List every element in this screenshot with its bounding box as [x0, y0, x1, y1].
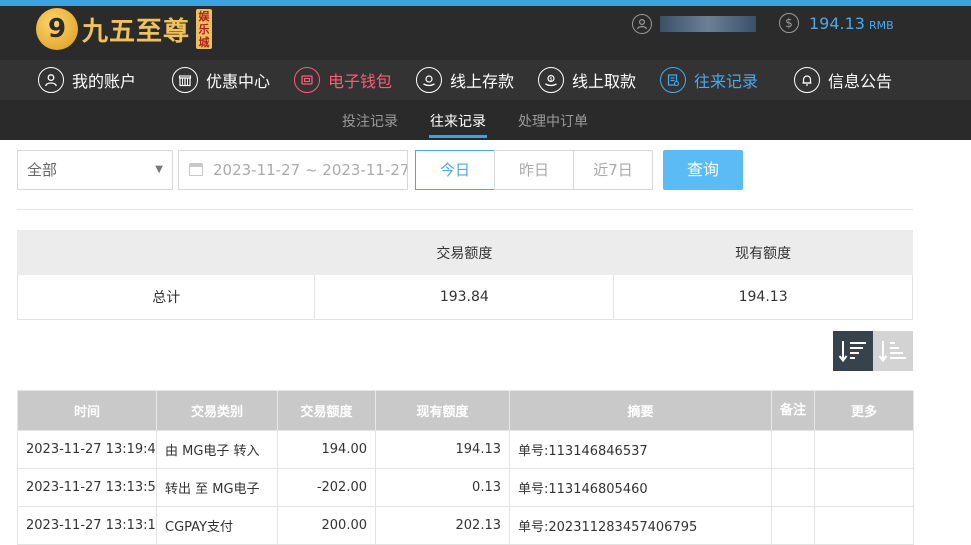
withdraw-icon: $ — [538, 67, 564, 93]
col-header-type: 交易类别 — [156, 390, 278, 431]
nav-announcements[interactable]: 信息公告 — [794, 66, 892, 94]
username-masked — [660, 16, 756, 32]
cell-time: 2023-11-27 13:13:19 — [17, 506, 157, 545]
yesterday-button[interactable]: 昨日 — [494, 150, 574, 190]
nav-online-deposit[interactable]: 线上存款 — [416, 66, 514, 94]
user-avatar-icon — [632, 14, 652, 34]
calendar-icon — [189, 163, 203, 176]
cell-remark — [771, 506, 815, 545]
records-icon — [660, 67, 686, 93]
summary-total-balance: 194.13 — [613, 274, 913, 320]
user-icon — [38, 67, 64, 93]
col-header-balance: 现有额度 — [375, 390, 510, 431]
cell-remark — [771, 468, 815, 507]
nav-label: 线上存款 — [450, 72, 515, 91]
site-logo[interactable]: 9 九五至尊 娱乐城 — [36, 6, 213, 52]
col-header-more: 更多 — [814, 390, 914, 431]
balance-currency: RMB — [868, 18, 894, 32]
divider — [17, 209, 913, 210]
nav-label: 线上取款 — [572, 72, 637, 91]
cell-balance: 202.13 — [375, 506, 510, 545]
gift-icon — [172, 67, 198, 93]
nav-promotions[interactable]: 优惠中心 — [172, 66, 270, 94]
logo-text: 九五至尊 — [82, 16, 191, 47]
nav-label: 往来记录 — [694, 72, 759, 91]
cell-balance: 194.13 — [375, 430, 510, 469]
table-row: 2023-11-27 13:13:19 CGPAY支付 200.00 202.1… — [17, 506, 914, 545]
nav-label: 电子钱包 — [328, 72, 393, 91]
summary-total-amount: 193.84 — [314, 274, 615, 320]
site-header: 9 九五至尊 娱乐城 $ 194.13 RMB — [0, 6, 971, 60]
cell-type: 转出 至 MG电子 — [156, 468, 278, 507]
subtab-bet-records[interactable]: 投注记录 — [342, 111, 398, 131]
cell-more[interactable] — [814, 430, 914, 469]
caret-down-icon: ▼ — [155, 164, 163, 175]
summary-header-empty — [16, 230, 316, 275]
sort-ascending-icon — [878, 341, 906, 363]
cell-summary: 单号:113146805460 — [509, 468, 772, 507]
col-header-summary: 摘要 — [509, 390, 772, 431]
balance-display: $ 194.13 RMB — [779, 13, 894, 33]
nav-label: 信息公告 — [828, 72, 893, 91]
main-nav: 我的账户 优惠中心 电子钱包 线上存款 $ 线上取款 往来记录 信息公告 — [0, 60, 971, 100]
user-info[interactable] — [632, 13, 756, 35]
cell-more[interactable] — [814, 506, 914, 545]
today-button[interactable]: 今日 — [415, 150, 495, 190]
table-row: 2023-11-27 13:13:52 转出 至 MG电子 -202.00 0.… — [17, 468, 914, 507]
nav-label: 我的账户 — [72, 72, 137, 91]
sort-controls — [833, 331, 913, 371]
sort-ascending-button[interactable] — [873, 331, 913, 371]
select-value: 全部 — [27, 161, 58, 179]
nav-e-wallet[interactable]: 电子钱包 — [294, 66, 392, 94]
nav-my-account[interactable]: 我的账户 — [38, 66, 136, 94]
cell-amount: 194.00 — [277, 430, 376, 469]
cell-more[interactable] — [814, 468, 914, 507]
cell-time: 2023-11-27 13:13:52 — [17, 468, 157, 507]
cell-summary: 单号:202311283457406795 — [509, 506, 772, 545]
date-range-input[interactable]: 2023-11-27 ~ 2023-11-27 — [178, 150, 408, 190]
sort-descending-icon — [838, 341, 866, 363]
logo-mark: 9 — [36, 8, 78, 50]
nav-online-withdraw[interactable]: $ 线上取款 — [538, 66, 636, 94]
cell-remark — [771, 430, 815, 469]
cell-summary: 单号:113146846537 — [509, 430, 772, 469]
subtab-transaction-records[interactable]: 往来记录 — [430, 111, 486, 131]
logo-badge: 娱乐城 — [196, 9, 213, 49]
table-row: 2023-11-27 13:19:41 由 MG电子 转入 194.00 194… — [17, 430, 914, 469]
nav-transaction-records[interactable]: 往来记录 — [660, 66, 758, 94]
col-header-amount: 交易额度 — [277, 390, 376, 431]
cell-balance: 0.13 — [375, 468, 510, 507]
col-header-remark: 备注 — [771, 390, 815, 431]
query-button[interactable]: 查询 — [663, 150, 743, 190]
summary-total-label: 总计 — [16, 274, 316, 320]
col-header-time: 时间 — [17, 390, 157, 431]
last-7-days-button[interactable]: 近7日 — [573, 150, 653, 190]
cell-amount: -202.00 — [277, 468, 376, 507]
balance-value: 194.13 — [809, 13, 865, 33]
cell-type: 由 MG电子 转入 — [156, 430, 278, 469]
deposit-icon — [416, 67, 442, 93]
subtab-pending-orders[interactable]: 处理中订单 — [518, 111, 588, 131]
nav-label: 优惠中心 — [206, 72, 271, 91]
bell-icon — [794, 67, 820, 93]
cell-type: CGPAY支付 — [156, 506, 278, 545]
records-table: 时间 交易类别 交易额度 现有额度 摘要 备注 更多 2023-11-27 13… — [17, 390, 914, 545]
sort-descending-button[interactable] — [833, 331, 873, 371]
wallet-icon — [294, 67, 320, 93]
date-range-value: 2023-11-27 ~ 2023-11-27 — [213, 161, 408, 179]
summary-header-amount: 交易额度 — [314, 230, 615, 275]
active-tab-underline — [429, 135, 487, 138]
summary-header-balance: 现有额度 — [613, 230, 913, 275]
cell-amount: 200.00 — [277, 506, 376, 545]
summary-table: 交易额度 现有额度 总计 193.84 194.13 — [16, 230, 913, 320]
sub-nav: 投注记录 往来记录 处理中订单 — [0, 100, 971, 140]
dollar-icon: $ — [779, 13, 799, 33]
cell-time: 2023-11-27 13:19:41 — [17, 430, 157, 469]
svg-text:$: $ — [549, 77, 552, 83]
transaction-type-select[interactable]: 全部 ▼ — [17, 150, 173, 190]
